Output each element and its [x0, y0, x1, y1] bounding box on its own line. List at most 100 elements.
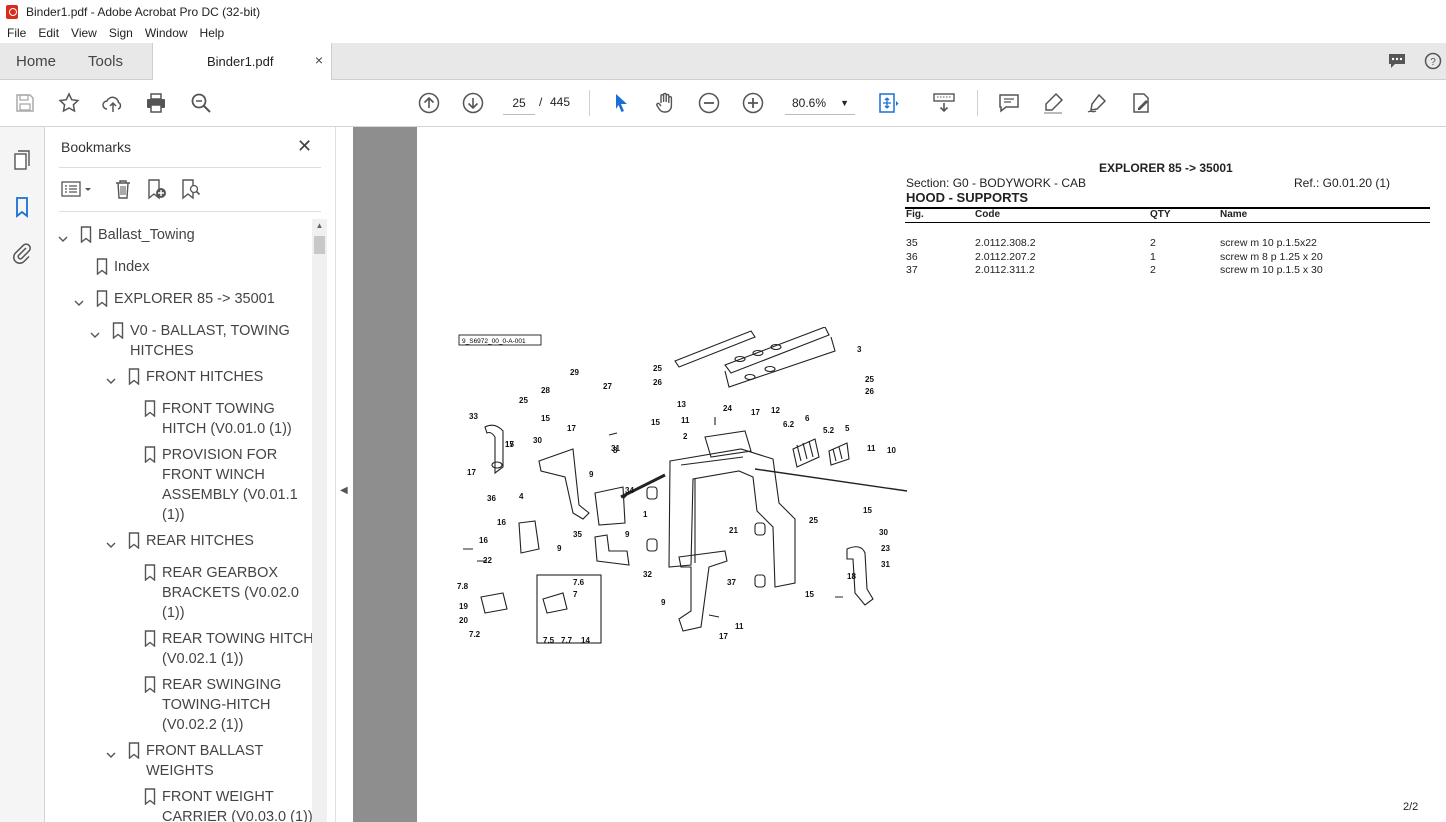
bookmark-options-icon[interactable] [61, 178, 95, 200]
find-bookmark-icon[interactable] [179, 178, 201, 200]
zoom-out-icon[interactable] [697, 91, 721, 115]
edit-pdf-icon[interactable] [1129, 91, 1153, 115]
new-bookmark-icon[interactable] [145, 178, 167, 200]
print-icon[interactable] [144, 91, 168, 115]
delete-bookmark-icon[interactable] [112, 178, 134, 200]
bookmark-item[interactable]: V0 - BALLAST, TOWING HITCHES [90, 321, 313, 361]
select-cursor-icon[interactable] [609, 91, 633, 115]
attachments-paperclip-icon[interactable] [10, 241, 34, 265]
page-thumbnails-icon[interactable] [10, 148, 34, 172]
bookmark-item[interactable]: REAR TOWING HITCH (V0.02.1 (1)) [122, 629, 313, 669]
scrollbar-thumb[interactable] [314, 236, 325, 254]
part-callout: 7.8 [457, 582, 469, 591]
part-name: screw m 8 p 1.25 x 20 [1220, 251, 1323, 263]
menu-view[interactable]: View [65, 26, 103, 40]
bookmark-icon [144, 400, 156, 418]
part-callout: 7.7 [561, 636, 573, 645]
part-callout: 32 [643, 570, 652, 579]
comment-bubble-icon[interactable] [1387, 52, 1407, 70]
part-callout: 18 [847, 572, 856, 581]
zoom-level-value: 80.6% [792, 96, 827, 110]
document-tab-label: Binder1.pdf [207, 54, 274, 69]
menu-help[interactable]: Help [194, 26, 231, 40]
fit-page-icon[interactable] [876, 91, 900, 115]
menu-file[interactable]: File [0, 26, 32, 40]
bookmark-label: CARRIER (V0.03.0 (1)) [162, 809, 313, 822]
bookmark-label: HITCH (V0.01.0 (1)) [162, 421, 292, 437]
part-code: 2.0112.308.2 [975, 237, 1036, 249]
part-callout: 7.2 [469, 630, 481, 639]
chevron-down-icon[interactable] [106, 746, 116, 758]
drawing-ref-label: 9_S6972_00_0-A-001 [462, 338, 526, 345]
bookmark-item[interactable]: PROVISION FOR FRONT WINCH ASSEMBLY (V0.01.… [122, 445, 313, 525]
part-qty: 2 [1150, 237, 1156, 249]
zoom-level-dropdown[interactable]: 80.6% ▼ [785, 91, 855, 115]
bookmark-label: REAR HITCHES [146, 533, 254, 549]
bookmark-item[interactable]: REAR SWINGING TOWING-HITCH (V0.02.2 (1)) [122, 675, 313, 735]
upload-cloud-icon[interactable] [101, 91, 125, 115]
bookmark-item[interactable]: FRONT BALLAST WEIGHTS [106, 741, 313, 781]
chevron-down-icon[interactable] [58, 230, 68, 242]
chevron-down-icon[interactable] [74, 294, 84, 306]
help-icon[interactable]: ? [1423, 52, 1443, 70]
star-icon[interactable] [57, 91, 81, 115]
comment-icon[interactable] [997, 91, 1021, 115]
part-callout: 3 [857, 345, 862, 354]
panel-collapse-strip[interactable]: ◀ [335, 127, 353, 822]
hand-tool-icon[interactable] [653, 91, 677, 115]
bookmark-label: WEIGHTS [146, 763, 214, 779]
menu-sign[interactable]: Sign [103, 26, 139, 40]
bookmark-label: BRACKETS (V0.02.0 [162, 585, 299, 601]
tab-home[interactable]: Home [16, 43, 56, 80]
zoom-search-icon[interactable] [189, 91, 213, 115]
chevron-down-icon[interactable] [90, 326, 100, 338]
part-callout: 37 [727, 578, 736, 587]
menu-bar: File Edit View Sign Window Help [0, 23, 1446, 43]
scroll-mode-icon[interactable] [932, 91, 956, 115]
menu-edit[interactable]: Edit [32, 26, 65, 40]
part-callout: 25 [653, 364, 662, 373]
next-page-icon[interactable] [461, 91, 485, 115]
bookmark-item[interactable]: REAR GEARBOX BRACKETS (V0.02.0 (1)) [122, 563, 313, 623]
previous-page-icon[interactable] [417, 91, 441, 115]
part-callout: 9 [589, 470, 594, 479]
tab-tools[interactable]: Tools [88, 43, 123, 80]
part-callout: 28 [541, 386, 550, 395]
bookmark-icon [80, 226, 92, 244]
highlight-pen-icon[interactable] [1041, 91, 1065, 115]
chevron-down-icon[interactable] [106, 536, 116, 548]
part-callout: 2 [683, 432, 688, 441]
bookmark-item[interactable]: Index [74, 257, 313, 277]
bookmark-item[interactable]: Ballast_Towing [58, 225, 313, 245]
bookmark-item[interactable]: REAR HITCHES [106, 531, 313, 551]
part-callout: 35 [573, 530, 582, 539]
document-view[interactable]: EXPLORER 85 -> 35001 Section: G0 - BODYW… [353, 127, 1446, 822]
svg-text:?: ? [1430, 57, 1436, 68]
bookmark-item[interactable]: EXPLORER 85 -> 35001 [74, 289, 313, 309]
page-number-input[interactable]: 25 [503, 91, 535, 115]
tab-document[interactable]: Binder1.pdf × [152, 43, 332, 81]
part-callout: 24 [723, 404, 732, 413]
bookmarks-panel-icon[interactable] [10, 195, 34, 219]
bookmark-item[interactable]: FRONT TOWING HITCH (V0.01.0 (1)) [122, 399, 313, 439]
window-title: Binder1.pdf - Adobe Acrobat Pro DC (32-b… [26, 4, 261, 19]
close-panel-icon[interactable]: ✕ [297, 136, 312, 157]
save-icon[interactable] [13, 91, 37, 115]
chevron-down-icon[interactable] [106, 372, 116, 384]
scroll-up-arrow-icon[interactable]: ▲ [312, 219, 327, 233]
bookmark-item[interactable]: FRONT HITCHES [106, 367, 313, 387]
bookmark-label: REAR GEARBOX [162, 565, 279, 581]
bookmark-item[interactable]: FRONT WEIGHT CARRIER (V0.03.0 (1)) [122, 787, 313, 822]
part-callout: 6.2 [783, 420, 795, 429]
zoom-in-icon[interactable] [741, 91, 765, 115]
bookmark-label: FRONT WEIGHT [162, 789, 274, 805]
toolbar-divider [589, 90, 590, 116]
collapse-panel-arrow-icon[interactable]: ◀ [340, 485, 348, 496]
bookmark-label: FRONT WINCH [162, 467, 265, 483]
close-tab-icon[interactable]: × [315, 52, 323, 68]
sign-pen-icon[interactable] [1085, 91, 1109, 115]
pdf-page: EXPLORER 85 -> 35001 Section: G0 - BODYW… [417, 127, 1446, 822]
bookmarks-scrollbar[interactable]: ▲ [312, 219, 327, 822]
exploded-parts-drawing: 9_S6972_00_0-A-001 25263252628292713 24 … [457, 327, 908, 645]
menu-window[interactable]: Window [139, 26, 194, 40]
